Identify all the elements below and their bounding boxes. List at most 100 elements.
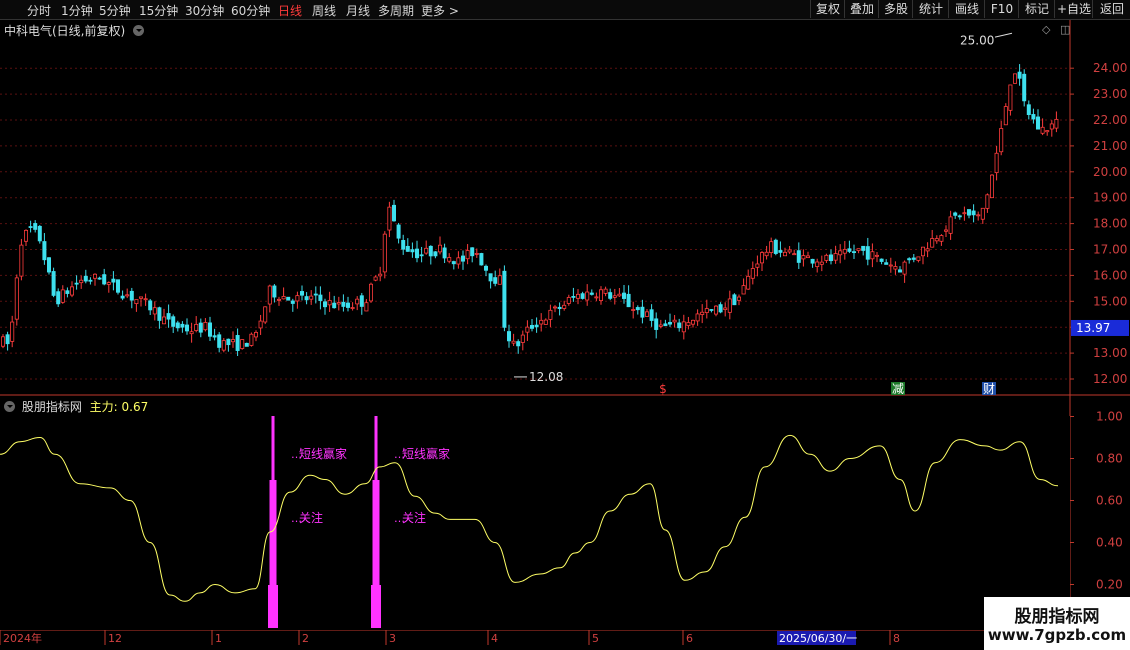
candle-body — [74, 282, 79, 285]
chevron-down-icon[interactable] — [4, 401, 15, 412]
candlestick — [580, 291, 585, 300]
candlestick — [700, 304, 705, 324]
candle-body — [806, 255, 811, 259]
candlestick — [258, 314, 263, 335]
candle-body — [686, 322, 691, 327]
candle-body — [424, 247, 429, 254]
candle-body — [240, 339, 245, 349]
candlestick — [1026, 100, 1031, 120]
event-marker: 减 — [892, 382, 904, 396]
candlestick — [120, 290, 125, 301]
candle-body — [65, 290, 70, 294]
candle-body — [419, 254, 424, 257]
price-tick-label: 18.00 — [1093, 217, 1127, 231]
candlestick — [0, 334, 6, 349]
candlestick — [668, 313, 673, 327]
watermark: 股朋指标网 www.7gpzb.com — [984, 597, 1130, 650]
candle-body — [37, 225, 42, 242]
candle-body — [483, 265, 488, 271]
candlestick — [157, 306, 162, 329]
candle-body — [1045, 130, 1050, 133]
candlestick — [562, 300, 567, 311]
date-tick-label: 12 — [108, 632, 122, 645]
candle-body — [470, 247, 475, 257]
candlestick — [898, 266, 903, 273]
candle-body — [617, 293, 622, 297]
candlestick — [907, 257, 912, 264]
candle-body — [106, 282, 111, 285]
candle-body — [226, 338, 231, 346]
price-tick-label: 20.00 — [1093, 165, 1127, 179]
candlestick — [617, 287, 622, 297]
candle-body — [902, 261, 907, 275]
candlestick — [626, 285, 631, 308]
candle-body — [930, 238, 935, 248]
candlestick — [1054, 111, 1059, 133]
candle-body — [276, 298, 281, 301]
candle-body — [718, 304, 723, 313]
candle-body — [184, 324, 189, 332]
indicator-tick-label: 0.80 — [1096, 452, 1123, 466]
candle-body — [313, 293, 318, 296]
candle-body — [290, 300, 295, 304]
candlestick — [585, 284, 590, 306]
signal-bar-base — [268, 585, 278, 628]
candle-body — [194, 323, 199, 331]
candle-body — [474, 253, 479, 255]
candlestick — [240, 339, 245, 350]
candle-body — [221, 340, 226, 351]
candle-body — [120, 295, 125, 299]
candlestick — [14, 274, 19, 326]
candlestick — [129, 287, 134, 309]
candle-body — [539, 319, 544, 325]
candle-body — [447, 257, 452, 262]
candlestick — [677, 318, 682, 332]
candle-body — [203, 322, 208, 331]
candle-body — [1008, 84, 1013, 111]
candle-body — [1031, 114, 1036, 120]
candle-body — [267, 285, 272, 305]
candle-body — [737, 296, 742, 301]
candlestick — [161, 308, 166, 325]
candlestick — [373, 275, 378, 282]
candlestick — [516, 339, 521, 354]
candle-body — [948, 216, 953, 234]
candle-body — [368, 283, 373, 302]
candle-body — [1049, 123, 1054, 130]
candlestick — [608, 288, 613, 301]
candlestick — [760, 251, 765, 271]
event-marker: $ — [659, 382, 667, 396]
candlestick — [654, 312, 659, 339]
candle-body — [391, 204, 396, 222]
candle-body — [645, 311, 650, 317]
candle-body — [1026, 104, 1031, 116]
candlestick — [65, 287, 70, 298]
candlestick — [801, 249, 806, 267]
date-tick-label: 2024年 — [3, 631, 42, 645]
candlestick — [253, 330, 258, 342]
candle-body — [691, 319, 696, 325]
candle-body — [516, 341, 521, 347]
candle-body — [272, 285, 277, 298]
candlestick — [838, 244, 843, 264]
candlestick — [985, 193, 990, 213]
candlestick — [437, 236, 442, 255]
candlestick — [332, 295, 337, 309]
candlestick — [10, 315, 15, 348]
candlestick — [520, 330, 525, 351]
candlestick — [686, 316, 691, 330]
candlestick — [83, 269, 88, 284]
candle-body — [345, 302, 350, 308]
date-tick-label: 5 — [592, 632, 599, 645]
indicator-panel-bg — [0, 416, 1070, 630]
candlestick — [971, 204, 976, 223]
candle-body — [640, 306, 645, 318]
candle-body — [488, 273, 493, 282]
candlestick — [290, 298, 295, 312]
candle-body — [622, 292, 627, 299]
candle-body — [962, 212, 967, 215]
candle-body — [990, 174, 995, 199]
candle-body — [562, 304, 567, 309]
candlestick — [930, 230, 935, 248]
candlestick — [976, 211, 981, 221]
